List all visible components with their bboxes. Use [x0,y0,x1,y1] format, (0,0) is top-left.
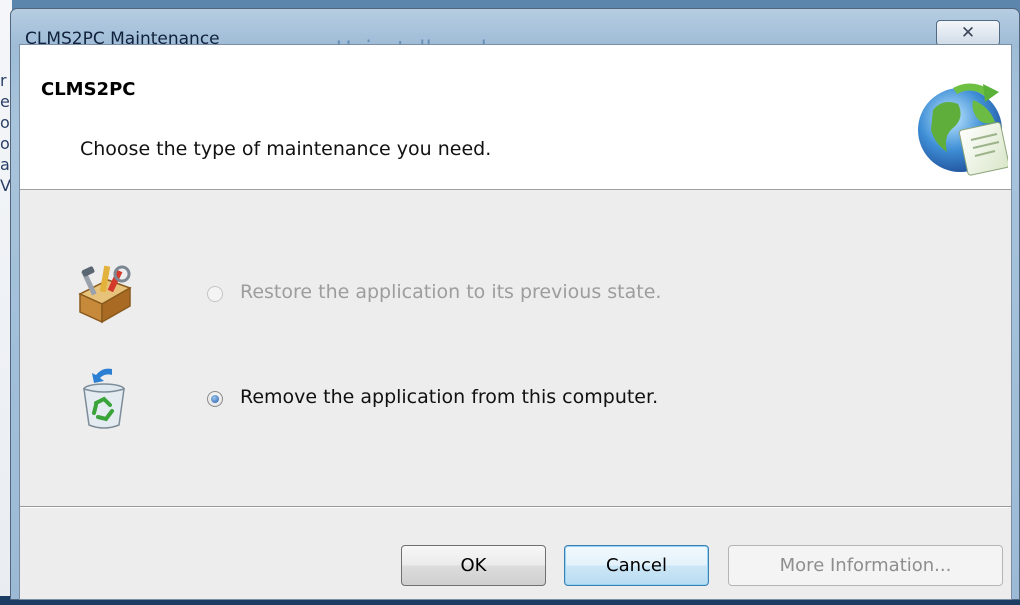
close-icon: ✕ [960,23,976,43]
option-restore-row[interactable]: Restore the application to its previous … [20,260,1011,324]
ok-button[interactable]: OK [401,545,546,586]
dialog-header: CLMS2PC Choose the type of maintenance y… [20,45,1011,190]
option-remove-row[interactable]: Remove the application from this compute… [20,365,1011,429]
cancel-button[interactable]: Cancel [564,545,709,586]
globe-installer-icon [918,83,1008,176]
remove-radio[interactable] [207,391,223,407]
close-button[interactable]: ✕ [936,20,1000,46]
footer-divider [20,506,1011,507]
maintenance-dialog: Uninstall or change a program CLMS2PC Ma… [10,8,1020,600]
toolbox-icon [78,265,132,324]
header-subtitle: Choose the type of maintenance you need. [80,138,492,160]
restore-radio[interactable] [207,286,223,302]
restore-option-label: Restore the application to its previous … [240,281,662,303]
dialog-client-area: CLMS2PC Choose the type of maintenance y… [19,44,1012,600]
product-name: CLMS2PC [41,79,136,100]
remove-option-label: Remove the application from this compute… [240,386,659,408]
more-information-button[interactable]: More Information... [728,545,1003,586]
recycle-bin-icon [83,368,125,429]
